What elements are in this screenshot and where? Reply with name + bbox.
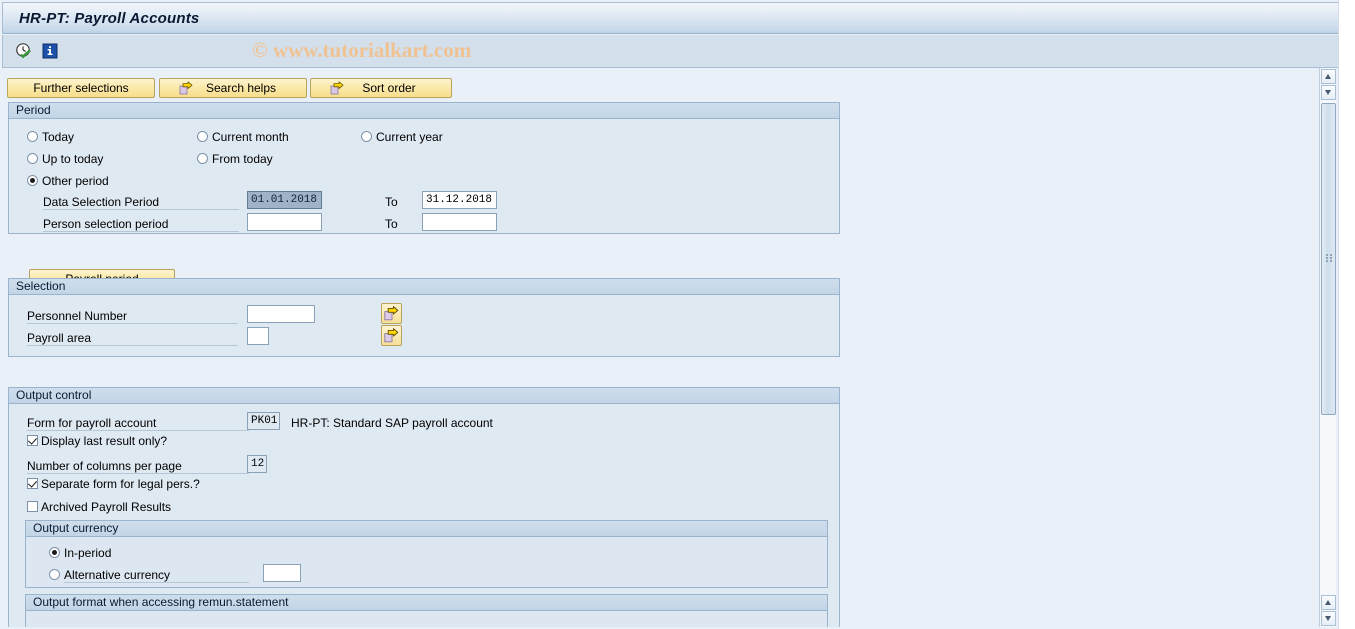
multiple-selection-arrow-icon bbox=[384, 306, 399, 321]
scrollbar-thumb[interactable] bbox=[1321, 103, 1336, 415]
selection-group: Selection Personnel Number Payroll area bbox=[8, 278, 840, 357]
data-selection-period-label: Data Selection Period bbox=[43, 196, 239, 210]
window-right-edge bbox=[1338, 0, 1355, 629]
radio-today-label: Today bbox=[42, 130, 75, 144]
information-icon[interactable] bbox=[41, 42, 59, 60]
personnel-number-input[interactable] bbox=[247, 305, 315, 323]
personnel-number-multi-select-button[interactable] bbox=[381, 303, 402, 324]
scroll-down-button[interactable] bbox=[1321, 85, 1336, 100]
search-helps-button[interactable]: Search helps bbox=[159, 78, 307, 98]
scroll-page-down-button[interactable] bbox=[1321, 611, 1336, 626]
data-selection-period-to-input[interactable]: 31.12.2018 bbox=[422, 191, 497, 209]
payroll-area-label: Payroll area bbox=[27, 332, 238, 346]
clock-check-icon[interactable] bbox=[15, 42, 33, 60]
output-currency-legend: Output currency bbox=[26, 521, 827, 537]
separate-form-label: Separate form for legal pers.? bbox=[41, 477, 200, 491]
radio-up-to-today-label: Up to today bbox=[42, 152, 104, 166]
archived-payroll-results-label: Archived Payroll Results bbox=[41, 500, 172, 514]
form-for-payroll-account-label: Form for payroll account bbox=[27, 417, 249, 431]
radio-today[interactable] bbox=[27, 131, 38, 142]
payroll-area-multi-select-button[interactable] bbox=[381, 325, 402, 346]
output-control-group-legend: Output control bbox=[9, 388, 839, 404]
display-last-result-checkbox[interactable] bbox=[27, 435, 38, 446]
period-group: Period Today Current month Current year … bbox=[8, 102, 840, 289]
personnel-number-label: Personnel Number bbox=[27, 310, 238, 324]
data-selection-period-to-label: To bbox=[385, 195, 398, 209]
person-selection-period-to-label: To bbox=[385, 217, 398, 231]
output-control-group: Output control Form for payroll account … bbox=[8, 387, 840, 627]
radio-other-period-label: Other period bbox=[42, 174, 109, 188]
person-selection-period-to-input[interactable] bbox=[422, 213, 497, 231]
person-selection-period-from-input[interactable] bbox=[247, 213, 322, 231]
output-format-group: Output format when accessing remun.state… bbox=[25, 594, 828, 627]
radio-current-month-label: Current month bbox=[212, 130, 289, 144]
output-currency-group: Output currency In-period Alternative cu… bbox=[25, 520, 828, 588]
selection-group-legend: Selection bbox=[9, 279, 839, 295]
form-for-payroll-account-input[interactable]: PK01 bbox=[247, 412, 280, 430]
radio-in-period[interactable] bbox=[49, 547, 60, 558]
alternative-currency-input[interactable] bbox=[263, 564, 301, 582]
display-last-result-label: Display last result only? bbox=[41, 434, 168, 448]
sap-gui-window: HR-PT: Payroll Accounts © www.tutorialka… bbox=[0, 0, 1355, 629]
sort-order-label: Sort order bbox=[362, 81, 416, 95]
scroll-page-up-button[interactable] bbox=[1321, 595, 1336, 610]
multiple-selection-arrow-icon bbox=[384, 328, 399, 343]
application-toolbar bbox=[2, 35, 1345, 68]
radio-current-year-label: Current year bbox=[376, 130, 443, 144]
arrow-right-icon bbox=[314, 81, 344, 95]
period-group-legend: Period bbox=[9, 103, 839, 119]
page-title: HR-PT: Payroll Accounts bbox=[19, 10, 200, 27]
screen-vertical-scrollbar[interactable] bbox=[1319, 68, 1336, 627]
data-selection-period-from-input[interactable]: 01.01.2018 bbox=[247, 191, 322, 209]
window-titlebar: HR-PT: Payroll Accounts bbox=[2, 2, 1345, 34]
further-selections-button[interactable]: Further selections bbox=[7, 78, 155, 98]
radio-from-today[interactable] bbox=[197, 153, 208, 164]
radio-from-today-label: From today bbox=[212, 152, 273, 166]
radio-other-period[interactable] bbox=[27, 175, 38, 186]
site-watermark: © www.tutorialkart.com bbox=[252, 38, 472, 62]
selection-screen: Further selections Search helps Sort ord… bbox=[2, 68, 1319, 627]
sort-order-button[interactable]: Sort order bbox=[310, 78, 452, 98]
radio-current-month[interactable] bbox=[197, 131, 208, 142]
person-selection-period-label: Person selection period bbox=[43, 218, 239, 232]
number-of-columns-input[interactable]: 12 bbox=[247, 455, 267, 473]
scrollbar-grip-icon bbox=[1326, 254, 1333, 262]
archived-payroll-results-checkbox[interactable] bbox=[27, 501, 38, 512]
arrow-right-icon bbox=[163, 81, 193, 95]
radio-alternative-currency-label: Alternative currency bbox=[64, 569, 249, 583]
scroll-up-button[interactable] bbox=[1321, 69, 1336, 84]
radio-up-to-today[interactable] bbox=[27, 153, 38, 164]
output-format-legend: Output format when accessing remun.state… bbox=[26, 595, 827, 611]
form-for-payroll-account-description: HR-PT: Standard SAP payroll account bbox=[291, 416, 493, 430]
radio-current-year[interactable] bbox=[361, 131, 372, 142]
radio-in-period-label: In-period bbox=[64, 546, 112, 560]
payroll-area-input[interactable] bbox=[247, 327, 269, 345]
radio-alternative-currency[interactable] bbox=[49, 569, 60, 580]
separate-form-checkbox[interactable] bbox=[27, 478, 38, 489]
search-helps-label: Search helps bbox=[205, 81, 277, 95]
number-of-columns-label: Number of columns per page bbox=[27, 460, 249, 474]
